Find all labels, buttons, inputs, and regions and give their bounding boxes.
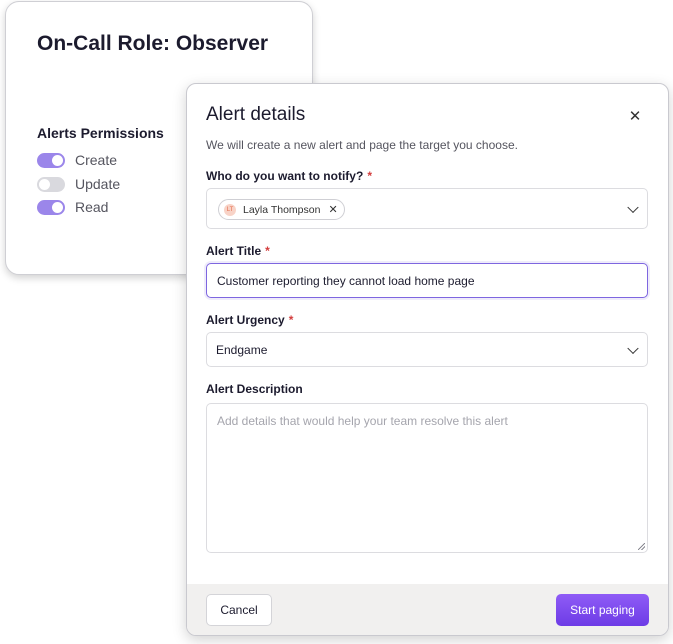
permission-label: Create — [75, 152, 118, 168]
alert-title-label: Alert Title * — [206, 244, 270, 258]
modal-footer: Cancel Start paging — [187, 584, 668, 635]
urgency-value: Endgame — [216, 342, 268, 357]
recipient-name: Layla Thompson — [243, 203, 321, 216]
avatar: LT — [224, 203, 236, 216]
cancel-button[interactable]: Cancel — [206, 594, 272, 626]
chevron-down-icon — [627, 342, 639, 354]
permissions-heading: Alerts Permissions — [37, 125, 164, 141]
notify-label-text: Who do you want to notify? — [206, 169, 364, 183]
resize-handle-icon[interactable] — [638, 543, 645, 550]
alert-details-modal: Alert details ✕ We will create a new ale… — [186, 83, 669, 636]
required-mark: * — [367, 169, 372, 183]
urgency-select[interactable]: Endgame — [206, 332, 648, 367]
create-toggle[interactable] — [37, 152, 65, 168]
read-toggle[interactable] — [37, 199, 65, 215]
notify-select[interactable]: LT Layla Thompson ✕ — [206, 188, 648, 229]
description-textarea[interactable]: Add details that would help your team re… — [206, 403, 648, 553]
required-mark: * — [288, 313, 294, 327]
permission-read: Read — [37, 197, 108, 217]
permission-label: Update — [75, 176, 121, 192]
urgency-label-text: Alert Urgency — [206, 313, 285, 327]
permission-label: Read — [75, 199, 109, 215]
description-placeholder: Add details that would help your team re… — [217, 414, 508, 428]
chevron-down-icon[interactable] — [627, 201, 639, 213]
permission-update: Update — [37, 174, 120, 194]
alert-title-label-text: Alert Title — [206, 244, 262, 258]
start-paging-button[interactable]: Start paging — [556, 594, 649, 626]
description-label: Alert Description — [206, 382, 303, 396]
modal-title: Alert details — [206, 104, 306, 125]
alert-title-input[interactable]: Customer reporting they cannot load home… — [206, 263, 648, 298]
recipient-chip: LT Layla Thompson ✕ — [218, 199, 345, 220]
required-mark: * — [265, 244, 270, 258]
close-icon[interactable]: ✕ — [625, 106, 645, 126]
update-toggle[interactable] — [37, 176, 65, 192]
role-title: On-Call Role: Observer — [37, 32, 269, 55]
modal-subtitle: We will create a new alert and page the … — [206, 138, 518, 152]
remove-chip-icon[interactable]: ✕ — [328, 203, 337, 216]
urgency-label: Alert Urgency * — [206, 313, 293, 327]
permission-create: Create — [37, 150, 117, 170]
notify-label: Who do you want to notify? * — [206, 169, 372, 183]
